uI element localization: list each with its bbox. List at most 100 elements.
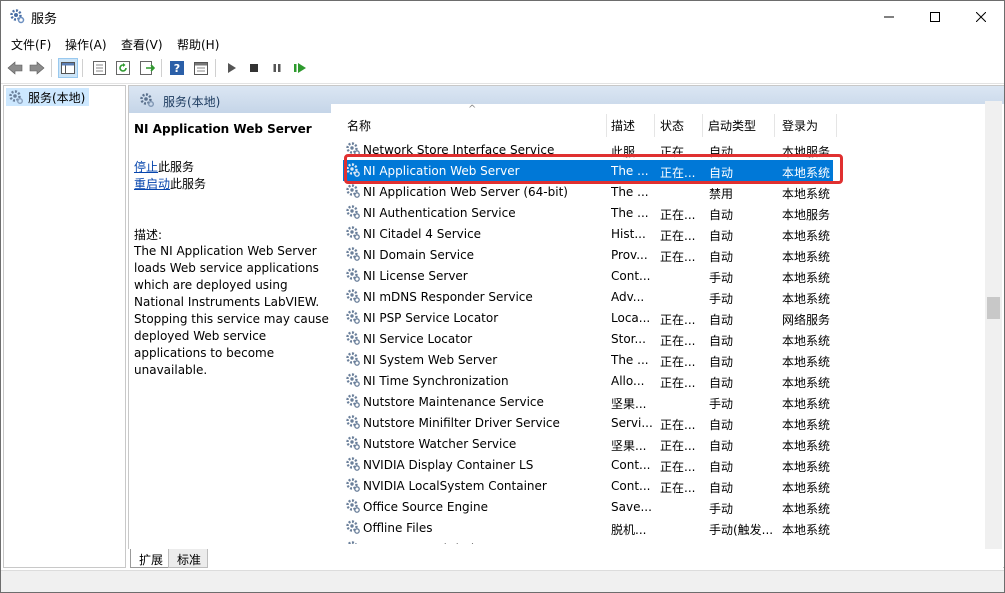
menu-file[interactable]: 文件(F): [11, 36, 51, 53]
service-logon-cell: 本地系统: [782, 229, 831, 243]
table-row[interactable]: NI Authentication Service The ... 正在... 自动 本…: [343, 202, 833, 223]
tree-item-services-local[interactable]: 服务(本地): [6, 88, 90, 106]
table-row[interactable]: NI License Server Cont... 手动 本地系统: [343, 265, 833, 286]
tab-extended[interactable]: 扩展: [130, 549, 171, 568]
service-startup-type-cell: 手动(触发...: [709, 523, 773, 537]
play-icon: [228, 63, 236, 73]
service-startup-type-cell: 自动: [709, 208, 734, 222]
service-startup-type-cell: 自动(延迟...: [709, 542, 773, 544]
restart-suffix: 此服务: [170, 177, 207, 191]
view-button[interactable]: [191, 58, 211, 78]
table-row[interactable]: NVIDIA LocalSystem Container Cont... 正在...…: [343, 475, 833, 496]
pause-service-button[interactable]: [267, 58, 287, 78]
export-list-button[interactable]: [137, 58, 157, 78]
table-row[interactable]: NI Domain Service Prov... 正在... 自动 本地系统: [343, 244, 833, 265]
service-name-cell: NI System Web Server: [363, 353, 498, 367]
service-startup-type-cell: 手动: [709, 292, 734, 306]
menu-view[interactable]: 查看(V): [121, 36, 163, 53]
service-name-cell: NI mDNS Responder Service: [363, 290, 533, 304]
services-window: 服务 文件(F) 操作(A) 查看(V) 帮助(H) ? 服务(本地) 服务(本…: [0, 0, 1005, 593]
column-headers: ^ 名称 描述 状态 启动类型 登录为: [331, 104, 1004, 137]
maximize-icon: [930, 11, 940, 22]
svg-text:?: ?: [174, 62, 180, 75]
service-startup-type-cell: 自动: [709, 355, 734, 369]
service-startup-type-cell: 自动: [709, 439, 734, 453]
service-description-cell: Adv...: [611, 290, 645, 304]
service-status-cell: 正在...: [660, 313, 696, 327]
service-gear-icon: [346, 226, 360, 240]
menu-help[interactable]: 帮助(H): [177, 36, 219, 53]
scrollbar-thumb[interactable]: [987, 297, 1000, 319]
maximize-button[interactable]: [912, 1, 958, 32]
service-name-cell: OneSyncSvc_bd1ds: [363, 542, 613, 544]
table-row[interactable]: NI mDNS Responder Service Adv... 手动 本地系统: [343, 286, 833, 307]
service-name-cell: NVIDIA LocalSystem Container: [363, 479, 547, 493]
table-row[interactable]: NI System Web Server The ... 正在... 自动 本地系统: [343, 349, 833, 370]
service-gear-icon: [346, 394, 360, 408]
forward-button[interactable]: [27, 58, 47, 78]
table-row[interactable]: OneSyncSvc_bd1ds此服...正在...自动(延迟...本地系统: [343, 538, 833, 544]
service-logon-cell: 网络服务: [782, 313, 831, 327]
service-name-cell: Office Source Engine: [363, 500, 488, 514]
description-line: unavailable.: [134, 363, 208, 377]
service-startup-type-cell: 自动: [709, 250, 734, 264]
table-row[interactable]: Nutstore Watcher Service 坚果... 正在... 自动 本地系统: [343, 433, 833, 454]
menu-action[interactable]: 操作(A): [65, 36, 107, 53]
table-row[interactable]: Nutstore Maintenance Service 坚果... 手动 本地系统: [343, 391, 833, 412]
restart-service-button[interactable]: [290, 58, 310, 78]
vertical-scrollbar[interactable]: [985, 101, 1002, 549]
service-startup-type-cell: 自动: [709, 460, 734, 474]
table-row[interactable]: Offline Files 脱机... 手动(触发... 本地系统: [343, 517, 833, 538]
service-status-cell: 正在...: [660, 376, 696, 390]
tab-standard[interactable]: 标准: [168, 549, 209, 568]
back-button[interactable]: [5, 58, 25, 78]
stop-service-link[interactable]: 停止: [134, 160, 158, 174]
properties-button[interactable]: [89, 58, 109, 78]
service-gear-icon: [346, 310, 360, 324]
description-line: which are deployed using: [134, 278, 288, 292]
column-header-status[interactable]: 状态: [660, 117, 684, 134]
description-line: loads Web service applications: [134, 261, 319, 275]
table-row[interactable]: NI Service Locator Stor... 正在... 自动 本地系统: [343, 328, 833, 349]
service-logon-cell: 本地系统: [782, 355, 831, 369]
minimize-button[interactable]: [866, 1, 912, 32]
service-name-cell: Nutstore Minifilter Driver Service: [363, 416, 560, 430]
refresh-button[interactable]: [113, 58, 133, 78]
stop-service-button[interactable]: [244, 58, 264, 78]
service-logon-cell: 本地系统: [782, 460, 831, 474]
table-row[interactable]: NVIDIA Display Container LS Cont... 正在... 自…: [343, 454, 833, 475]
table-row[interactable]: Nutstore Minifilter Driver Service Servi.…: [343, 412, 833, 433]
table-row[interactable]: NI Time Synchronization Allo... 正在... 自动 本地系…: [343, 370, 833, 391]
service-description-cell: Hist...: [611, 227, 646, 241]
service-gear-icon: [346, 331, 360, 345]
arrow-left-icon: [7, 61, 23, 75]
close-button[interactable]: [958, 1, 1004, 32]
service-gear-icon: [346, 499, 360, 513]
service-name-cell: NI Service Locator: [363, 332, 473, 346]
help-button[interactable]: ?: [167, 58, 187, 78]
service-description-cell: 坚果...: [611, 439, 647, 453]
pause-icon: [273, 64, 281, 72]
window-icon: [194, 61, 208, 75]
stop-suffix: 此服务: [158, 160, 195, 174]
service-gear-icon: [346, 205, 360, 219]
column-header-description[interactable]: 描述: [611, 117, 635, 134]
column-header-startup-type[interactable]: 启动类型: [708, 117, 756, 134]
restart-service-link[interactable]: 重启动: [134, 177, 170, 191]
service-logon-cell: 本地系统: [782, 418, 831, 432]
start-service-button[interactable]: [221, 58, 241, 78]
table-row[interactable]: NI Application Web Server (64-bit) The ..…: [343, 181, 833, 202]
column-header-logon-as[interactable]: 登录为: [782, 117, 818, 134]
table-row[interactable]: NI PSP Service Locator Loca... 正在... 自动 网络服务: [343, 307, 833, 328]
close-icon: [976, 11, 986, 22]
description-label: 描述:: [134, 228, 163, 242]
table-row[interactable]: Office Source Engine Save... 手动 本地系统: [343, 496, 833, 517]
minimize-icon: [884, 16, 894, 17]
table-row[interactable]: NI Citadel 4 Service Hist... 正在... 自动 本地系统: [343, 223, 833, 244]
service-status-cell: 正在...: [660, 481, 696, 495]
service-logon-cell: 本地系统: [782, 502, 831, 516]
console-tree-button[interactable]: [58, 58, 78, 78]
column-header-name[interactable]: 名称: [347, 117, 371, 134]
service-description-cell: Allo...: [611, 374, 645, 388]
service-startup-type-cell: 自动: [709, 376, 734, 390]
